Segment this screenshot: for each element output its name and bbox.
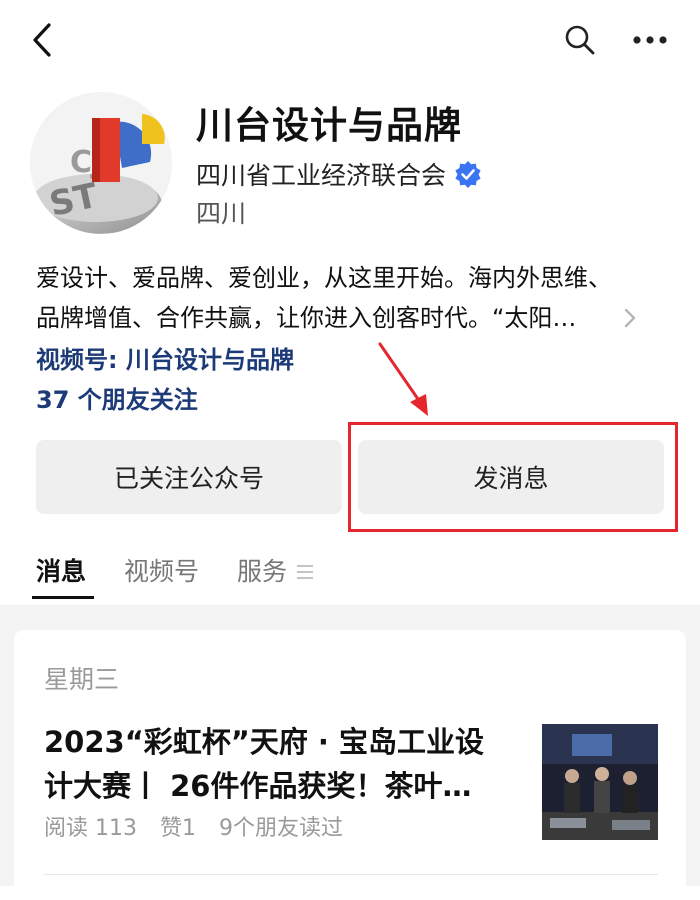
friends-read-count: 9个朋友读过 bbox=[219, 816, 343, 841]
brand-logo-icon: ST CJ bbox=[30, 92, 172, 234]
account-avatar[interactable]: ST CJ bbox=[30, 92, 172, 234]
description-line: 爱设计、爱品牌、爱创业，从这里开始。海内外思维、 bbox=[36, 264, 612, 292]
tab-video-channel[interactable]: 视频号 bbox=[124, 552, 199, 592]
search-button[interactable] bbox=[558, 18, 602, 62]
search-icon bbox=[565, 25, 595, 55]
account-description[interactable]: 爱设计、爱品牌、爱创业，从这里开始。海内外思维、 品牌增值、合作共赢，让你进入创… bbox=[36, 258, 636, 338]
region-label: 四川 bbox=[196, 199, 247, 228]
tab-bar: 消息 视频号 服务 bbox=[36, 552, 325, 602]
followed-button[interactable]: 已关注公众号 bbox=[36, 440, 342, 514]
annotation-arrow-icon bbox=[378, 342, 428, 416]
chevron-right-icon[interactable] bbox=[620, 304, 640, 332]
tab-messages[interactable]: 消息 bbox=[36, 552, 86, 592]
article-meta: 阅读 113 赞1 9个朋友读过 bbox=[44, 813, 359, 845]
tab-services[interactable]: 服务 bbox=[237, 552, 287, 592]
more-button[interactable] bbox=[628, 18, 672, 62]
feed-date: 星期三 bbox=[44, 665, 120, 694]
article-title[interactable]: 2023“彩虹杯”天府 · 宝岛工业设 计大赛丨 26件作品获奖！茶叶… bbox=[44, 720, 514, 808]
read-count: 阅读 113 bbox=[44, 816, 137, 841]
article-thumbnail[interactable] bbox=[542, 724, 658, 840]
more-dots-icon bbox=[633, 36, 667, 44]
feed-divider bbox=[44, 874, 658, 875]
chevron-left-icon bbox=[33, 23, 51, 57]
top-bar bbox=[0, 0, 700, 80]
account-name: 川台设计与品牌 bbox=[196, 104, 462, 147]
description-line: 品牌增值、合作共赢，让你进入创客时代。“太阳… bbox=[36, 304, 577, 332]
active-tab-indicator bbox=[32, 596, 94, 599]
article-title-line: 2023“彩虹杯”天府 · 宝岛工业设 bbox=[44, 725, 485, 759]
send-message-button[interactable]: 发消息 bbox=[358, 440, 664, 514]
verified-badge-icon bbox=[455, 161, 481, 188]
organization-name: 四川省工业经济联合会 bbox=[196, 161, 447, 190]
friends-following-link[interactable]: 37 个朋友关注 bbox=[36, 380, 198, 420]
event-photo-icon bbox=[542, 724, 658, 840]
organization-row[interactable]: 四川省工业经济联合会 bbox=[196, 156, 482, 192]
video-channel-link[interactable]: 视频号: 川台设计与品牌 bbox=[36, 340, 294, 380]
back-button[interactable] bbox=[22, 18, 62, 62]
article-title-line: 计大赛丨 26件作品获奖！茶叶… bbox=[44, 769, 472, 803]
menu-lines-icon[interactable] bbox=[295, 560, 315, 584]
like-count: 赞1 bbox=[160, 816, 196, 841]
